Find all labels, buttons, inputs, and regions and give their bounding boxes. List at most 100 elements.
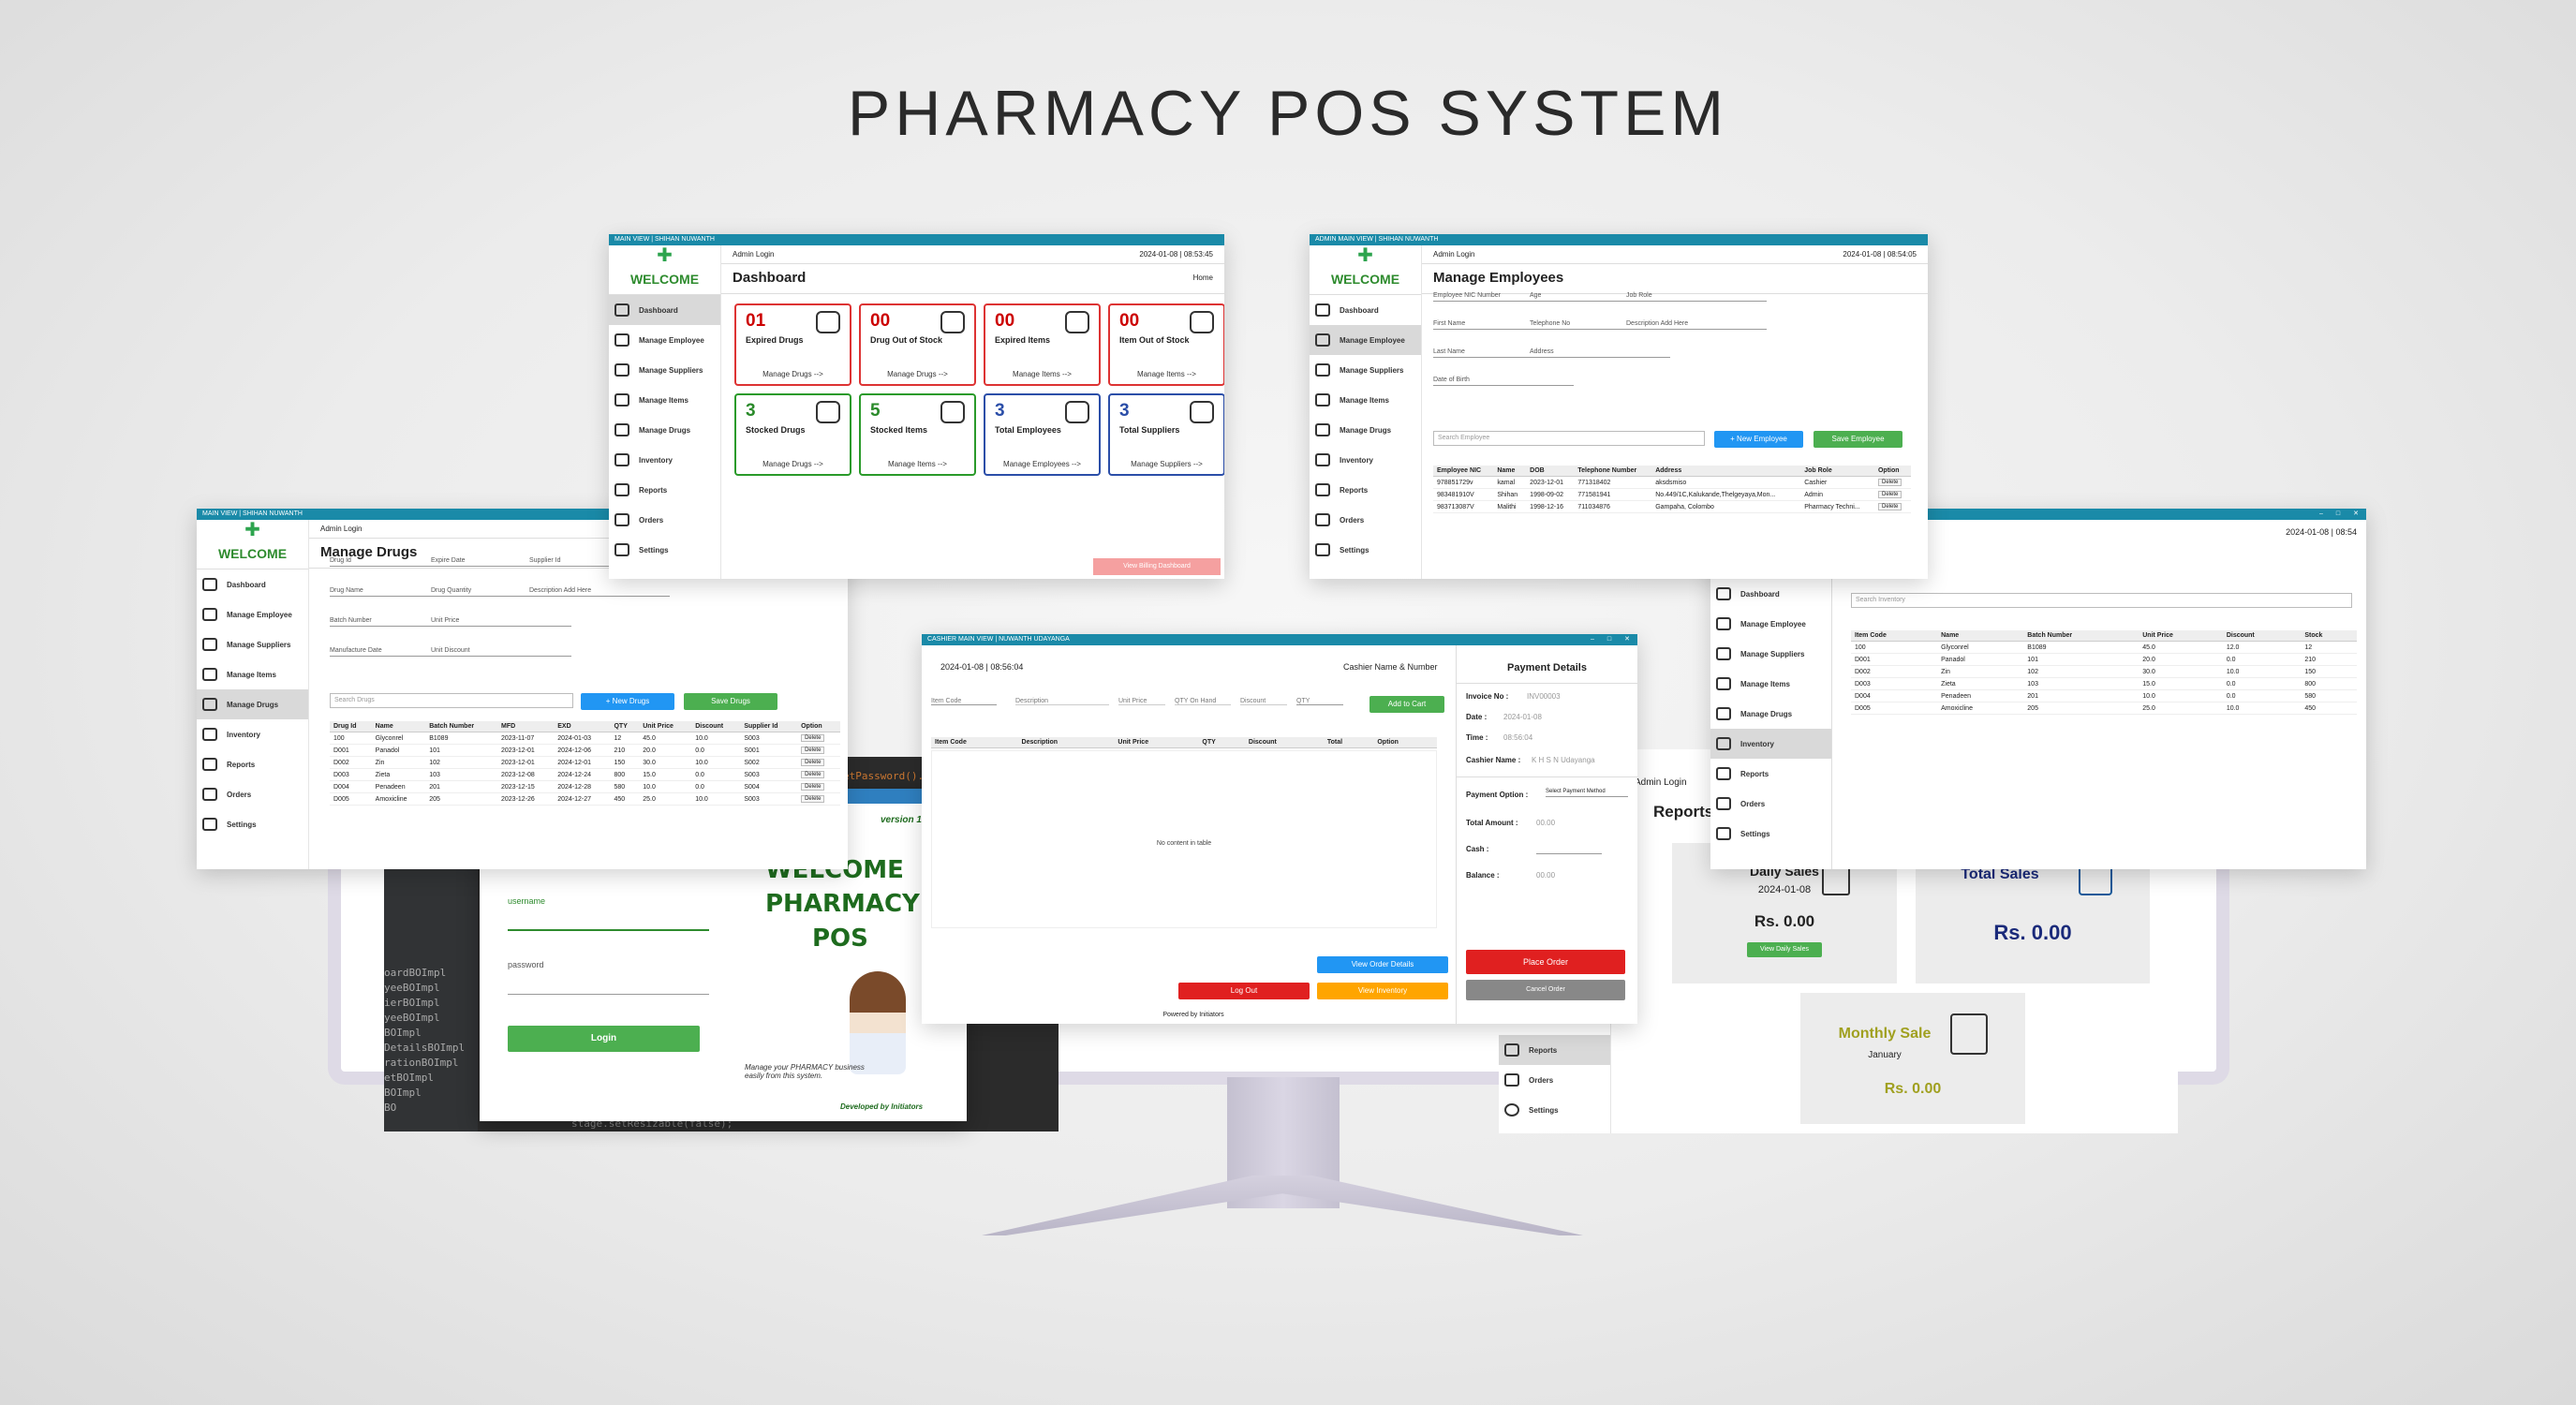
sidebar-item-manage-suppliers[interactable]: Manage Suppliers xyxy=(609,355,720,385)
employee-search-input[interactable]: Search Employee xyxy=(1433,431,1705,446)
sidebar-item-manage-suppliers[interactable]: Manage Suppliers xyxy=(1310,355,1421,385)
sidebar-item-manage-suppliers[interactable]: Manage Suppliers xyxy=(197,629,308,659)
sidebar-item-settings[interactable]: Settings xyxy=(1499,1095,1610,1125)
save-drugs-button[interactable]: Save Drugs xyxy=(684,693,777,710)
sidebar-item-dashboard[interactable]: Dashboard xyxy=(609,295,720,325)
sidebar-item-inventory[interactable]: Inventory xyxy=(1310,445,1421,475)
sidebar-item-orders[interactable]: Orders xyxy=(609,505,720,535)
add-to-cart-button[interactable]: Add to Cart xyxy=(1369,696,1444,713)
date-of-birth-field[interactable]: Date of Birth xyxy=(1433,377,1574,386)
sidebar-item-reports[interactable]: Reports xyxy=(1710,759,1831,789)
project-file[interactable] xyxy=(384,937,478,952)
sidebar-item-inventory[interactable]: Inventory xyxy=(197,719,308,749)
view-daily-sales-button[interactable]: View Daily Sales xyxy=(1747,942,1822,957)
view-order-details-button[interactable]: View Order Details xyxy=(1317,956,1448,973)
maximize-icon[interactable]: □ xyxy=(2336,509,2340,520)
description-add-here-field[interactable]: Description Add Here xyxy=(529,587,670,597)
sidebar-item-reports[interactable]: Reports xyxy=(197,749,308,779)
sidebar-item-manage-items[interactable]: Manage Items xyxy=(1710,669,1831,699)
sidebar-item-manage-drugs[interactable]: Manage Drugs xyxy=(1710,699,1831,729)
maximize-icon[interactable]: □ xyxy=(1607,634,1611,645)
delete-button[interactable]: Delete xyxy=(1877,503,1902,510)
minimize-icon[interactable]: – xyxy=(2319,509,2323,520)
sidebar-item-manage-items[interactable]: Manage Items xyxy=(1310,385,1421,415)
username-input[interactable] xyxy=(508,910,709,931)
sidebar-item-dashboard[interactable]: Dashboard xyxy=(197,569,308,599)
delete-button[interactable]: Delete xyxy=(1877,479,1902,486)
sidebar-item-orders[interactable]: Orders xyxy=(1710,789,1831,819)
close-icon[interactable]: ✕ xyxy=(2353,509,2359,520)
project-file[interactable]: oardBOImpl xyxy=(384,967,478,982)
project-file[interactable] xyxy=(384,907,478,922)
sidebar-item-manage-employee[interactable]: Manage Employee xyxy=(1710,609,1831,639)
project-file[interactable]: rationBOImpl xyxy=(384,1057,478,1072)
cash-input[interactable] xyxy=(1536,853,1602,854)
sidebar-item-settings[interactable]: Settings xyxy=(1710,819,1831,849)
card-link[interactable]: Manage Suppliers --> xyxy=(1110,460,1223,468)
project-file[interactable]: BO xyxy=(384,1102,478,1117)
unit-discount-field[interactable]: Unit Discount xyxy=(431,647,571,657)
home-breadcrumb[interactable]: Home xyxy=(1193,274,1213,282)
project-file[interactable] xyxy=(384,922,478,937)
logout-button[interactable]: Log Out xyxy=(1178,983,1310,999)
sidebar-item-dashboard[interactable]: Dashboard xyxy=(1310,295,1421,325)
delete-button[interactable]: Delete xyxy=(1877,491,1902,498)
sidebar-item-manage-suppliers[interactable]: Manage Suppliers xyxy=(1710,639,1831,669)
sidebar-item-orders[interactable]: Orders xyxy=(1499,1065,1610,1095)
project-file[interactable]: yeeBOImpl xyxy=(384,1012,478,1027)
minimize-icon[interactable]: – xyxy=(1591,634,1594,645)
sidebar-item-settings[interactable]: Settings xyxy=(1310,535,1421,565)
sidebar-item-orders[interactable]: Orders xyxy=(1310,505,1421,535)
sidebar-item-orders[interactable]: Orders xyxy=(197,779,308,809)
new-employee-button[interactable]: + New Employee xyxy=(1714,431,1803,448)
project-file[interactable] xyxy=(384,892,478,907)
place-order-button[interactable]: Place Order xyxy=(1466,950,1625,974)
drug-search-input[interactable]: Search Drugs xyxy=(330,693,573,708)
project-file[interactable]: etBOImpl xyxy=(384,1072,478,1087)
sidebar-item-inventory[interactable]: Inventory xyxy=(1710,729,1831,759)
qty-on-hand-field[interactable]: QTY On Hand xyxy=(1175,698,1231,705)
close-icon[interactable]: ✕ xyxy=(1624,634,1630,645)
sidebar-item-manage-items[interactable]: Manage Items xyxy=(197,659,308,689)
project-file[interactable]: BOImpl xyxy=(384,1087,478,1102)
unit-price-field[interactable]: Unit Price xyxy=(1118,698,1165,705)
new-drugs-button[interactable]: + New Drugs xyxy=(581,693,674,710)
password-input[interactable] xyxy=(508,974,709,995)
project-file[interactable] xyxy=(384,952,478,967)
sidebar-item-manage-drugs[interactable]: Manage Drugs xyxy=(609,415,720,445)
sidebar-item-manage-employee[interactable]: Manage Employee xyxy=(197,599,308,629)
description-field[interactable]: Description xyxy=(1015,698,1109,705)
card-link[interactable]: Manage Items --> xyxy=(985,370,1099,378)
sidebar-item-settings[interactable]: Settings xyxy=(197,809,308,839)
discount-field[interactable]: Discount xyxy=(1240,698,1287,705)
delete-button[interactable]: Delete xyxy=(801,783,825,791)
description-add-here-field[interactable]: Description Add Here xyxy=(1626,320,1767,330)
sidebar-item-manage-items[interactable]: Manage Items xyxy=(609,385,720,415)
view-billing-dashboard-button[interactable]: View Billing Dashboard xyxy=(1093,558,1221,575)
project-file[interactable] xyxy=(384,1117,478,1131)
view-inventory-button[interactable]: View Inventory xyxy=(1317,983,1448,999)
login-button[interactable]: Login xyxy=(508,1026,700,1052)
delete-button[interactable]: Delete xyxy=(801,771,825,778)
sidebar-item-dashboard[interactable]: Dashboard xyxy=(1710,579,1831,609)
unit-price-field[interactable]: Unit Price xyxy=(431,617,571,627)
inventory-search-input[interactable]: Search Inventory xyxy=(1851,593,2352,608)
project-file[interactable]: ierBOImpl xyxy=(384,997,478,1012)
cancel-order-button[interactable]: Cancel Order xyxy=(1466,980,1625,1000)
item-code-select[interactable]: Item Code xyxy=(931,698,997,705)
project-file[interactable]: yeeBOImpl xyxy=(384,982,478,997)
project-file[interactable]: BOImpl xyxy=(384,1027,478,1042)
sidebar-item-settings[interactable]: Settings xyxy=(609,535,720,565)
card-link[interactable]: Manage Drugs --> xyxy=(736,370,850,378)
qty-field[interactable]: QTY xyxy=(1296,698,1343,705)
card-link[interactable]: Manage Items --> xyxy=(861,460,974,468)
delete-button[interactable]: Delete xyxy=(801,747,825,754)
sidebar-item-reports[interactable]: Reports xyxy=(609,475,720,505)
card-link[interactable]: Manage Drugs --> xyxy=(861,370,974,378)
project-file[interactable] xyxy=(384,877,478,892)
project-file[interactable]: DetailsBOImpl xyxy=(384,1042,478,1057)
delete-button[interactable]: Delete xyxy=(801,795,825,803)
payment-method-select[interactable]: Select Payment Method xyxy=(1546,789,1628,797)
sidebar-item-reports[interactable]: Reports xyxy=(1499,1035,1610,1065)
sidebar-item-manage-employee[interactable]: Manage Employee xyxy=(1310,325,1421,355)
